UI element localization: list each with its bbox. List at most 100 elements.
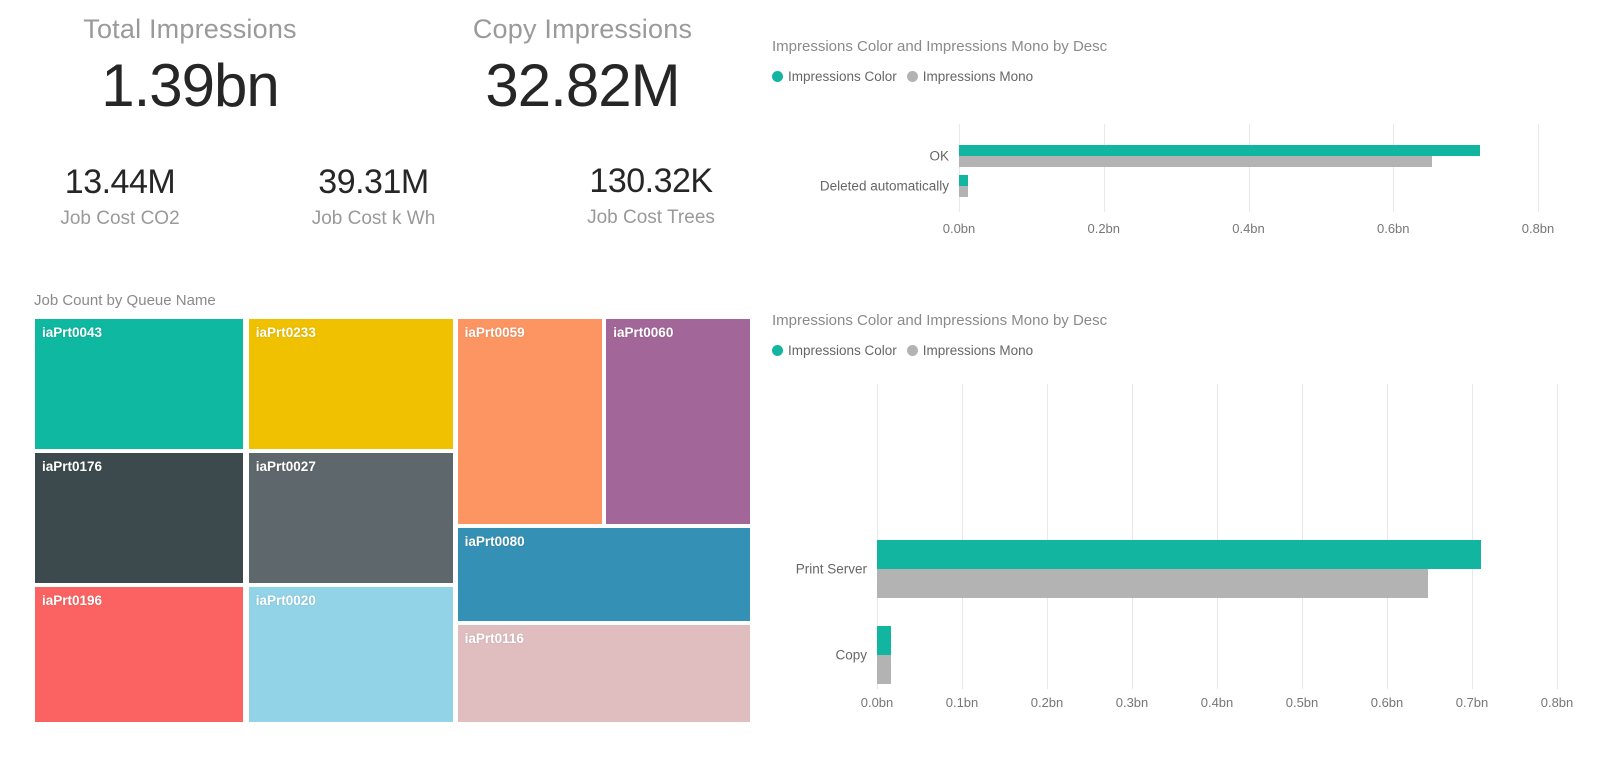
legend-label: Impressions Color: [788, 343, 897, 358]
x-axis-tick-label: 0.2bn: [1030, 695, 1064, 710]
legend-swatch-icon: [772, 345, 783, 356]
x-axis-tick-label: 0.8bn: [1521, 221, 1555, 236]
treemap-tile-label: iaPrt0080: [464, 533, 525, 549]
gridline: [1302, 384, 1303, 689]
kpi-value-copy-impressions: 32.82M: [485, 52, 680, 119]
legend-item-impressions-color[interactable]: Impressions Color: [772, 69, 897, 84]
chart-title: Impressions Color and Impressions Mono b…: [772, 312, 1108, 329]
kpi-card-job-cost-trees[interactable]: 130.32K Job Cost Trees: [550, 162, 752, 229]
bar-impressions-mono[interactable]: [959, 186, 969, 197]
bar-impressions-mono[interactable]: [959, 156, 1433, 167]
gridline: [1248, 124, 1250, 212]
treemap-tile-label: iaPrt0060: [613, 325, 674, 340]
x-axis-tick-label: 0.1bn: [945, 695, 979, 710]
kpi-panel: Total Impressions 1.39bn Copy Impression…: [0, 0, 760, 262]
treemap-tiles: iaPrt0043 iaPrt0233 iaPrt0059 iaPrt0060 iaPr…: [35, 319, 750, 722]
kpi-value-job-cost-co2: 13.44M: [64, 163, 176, 201]
gridline: [1387, 384, 1388, 689]
plot-area: OK Deleted automatically: [772, 124, 1584, 212]
x-axis-tick-label: 0.6bn: [1370, 695, 1404, 710]
kpi-label-total-impressions: Total Impressions: [83, 14, 297, 44]
kpi-card-job-cost-co2[interactable]: 13.44M Job Cost CO2: [20, 163, 220, 230]
bar-impressions-color[interactable]: [959, 175, 969, 186]
treemap-tile[interactable]: iaPrt0043: [35, 319, 244, 450]
treemap-tile-label: iaPrt0027: [255, 459, 316, 475]
gridline: [1393, 124, 1395, 212]
treemap-tile[interactable]: iaPrt0176: [35, 453, 244, 584]
gridline: [1047, 384, 1048, 689]
treemap-tile-label: iaPrt0176: [42, 459, 103, 475]
kpi-label-job-cost-kwh: Job Cost k Wh: [311, 208, 436, 229]
x-axis-tick-label: 0.5bn: [1285, 695, 1319, 710]
x-axis-tick-label: 0.7bn: [1455, 695, 1489, 710]
plot-area: Print Server Copy: [760, 384, 1600, 689]
chart-title: Job Count by Queue Name: [34, 292, 216, 309]
treemap-tile[interactable]: iaPrt0080: [457, 527, 750, 622]
kpi-card-job-cost-kwh[interactable]: 39.31M Job Cost k Wh: [275, 163, 472, 230]
treemap-tile-label: iaPrt0116: [464, 631, 524, 647]
chart-impressions-by-desc-source[interactable]: Impressions Color and Impressions Mono b…: [760, 312, 1600, 732]
gridline: [1217, 384, 1218, 689]
bar-impressions-color[interactable]: [959, 145, 1481, 156]
category-label: Copy: [835, 647, 867, 663]
legend-item-impressions-mono[interactable]: Impressions Mono: [906, 69, 1034, 84]
treemap-tile[interactable]: iaPrt0020: [248, 586, 453, 722]
gridline: [1103, 124, 1105, 212]
treemap-tile-label: iaPrt0059: [464, 325, 525, 340]
gridline: [1557, 384, 1558, 689]
treemap-tile[interactable]: iaPrt0059: [457, 319, 602, 524]
x-axis-tick-label: 0.4bn: [1232, 221, 1265, 236]
chart-legend[interactable]: Impressions Color Impressions Mono: [772, 343, 1600, 358]
gridline: [1132, 384, 1133, 689]
treemap-tile-label: iaPrt0233: [255, 325, 316, 340]
kpi-value-job-cost-kwh: 39.31M: [318, 163, 429, 201]
legend-swatch-icon: [906, 71, 918, 82]
gridline: [962, 384, 963, 689]
gridline: [959, 124, 960, 212]
chart-impressions-by-desc-status[interactable]: Impressions Color and Impressions Mono b…: [772, 38, 1584, 256]
treemap-tile[interactable]: iaPrt0116: [457, 625, 750, 722]
kpi-card-total-impressions[interactable]: Total Impressions 1.39bn: [30, 14, 350, 120]
kpi-label-job-cost-trees: Job Cost Trees: [587, 207, 715, 228]
treemap-tile[interactable]: iaPrt0196: [35, 586, 244, 722]
x-axis-tick-label: 0.2bn: [1087, 221, 1121, 236]
gridline: [1472, 384, 1473, 689]
category-label: Deleted automatically: [819, 178, 949, 194]
kpi-label-copy-impressions: Copy Impressions: [472, 14, 693, 44]
treemap-tile-label: iaPrt0196: [42, 592, 103, 608]
gridline: [1538, 124, 1539, 212]
x-axis-tick-label: 0.0bn: [942, 221, 976, 236]
kpi-value-job-cost-trees: 130.32K: [589, 162, 713, 200]
treemap-tile[interactable]: iaPrt0233: [248, 319, 453, 450]
legend-item-impressions-color[interactable]: Impressions Color: [772, 343, 897, 358]
treemap-tile-label: iaPrt0020: [255, 592, 316, 608]
x-axis: 0.0bn 0.2bn 0.4bn 0.6bn 0.8bn: [772, 221, 1584, 241]
kpi-card-copy-impressions[interactable]: Copy Impressions 32.82M: [420, 14, 745, 120]
x-axis-tick-label: 0.8bn: [1540, 695, 1574, 710]
category-label: OK: [929, 148, 949, 164]
treemap-tile[interactable]: iaPrt0060: [606, 319, 750, 524]
legend-item-impressions-mono[interactable]: Impressions Mono: [906, 343, 1034, 358]
treemap-tile[interactable]: iaPrt0027: [248, 453, 453, 584]
treemap-tile-label: iaPrt0043: [42, 325, 103, 340]
chart-legend[interactable]: Impressions Color Impressions Mono: [772, 69, 1584, 84]
x-axis: 0.0bn 0.1bn 0.2bn 0.3bn 0.4bn 0.5bn 0.6bn 0.7bn…: [760, 695, 1600, 715]
chart-title: Impressions Color and Impressions Mono b…: [772, 38, 1108, 55]
kpi-value-total-impressions: 1.39bn: [101, 52, 280, 119]
legend-label: Impressions Color: [788, 69, 897, 84]
legend-label: Impressions Mono: [922, 69, 1034, 84]
chart-job-count-by-queue-name[interactable]: Job Count by Queue Name iaPrt0043 iaPrt02…: [20, 292, 750, 732]
bar-impressions-mono[interactable]: [877, 655, 892, 684]
bar-impressions-color[interactable]: [877, 626, 892, 655]
legend-swatch-icon: [906, 345, 918, 356]
x-axis-tick-label: 0.3bn: [1115, 695, 1149, 710]
category-label: Print Server: [795, 561, 867, 577]
legend-swatch-icon: [772, 71, 783, 82]
bar-impressions-mono[interactable]: [877, 569, 1428, 598]
bar-impressions-color[interactable]: [877, 540, 1481, 569]
kpi-label-job-cost-co2: Job Cost CO2: [60, 208, 180, 229]
x-axis-tick-label: 0.0bn: [860, 695, 894, 710]
x-axis-tick-label: 0.6bn: [1376, 221, 1410, 236]
x-axis-tick-label: 0.4bn: [1200, 695, 1234, 710]
legend-label: Impressions Mono: [922, 343, 1034, 358]
